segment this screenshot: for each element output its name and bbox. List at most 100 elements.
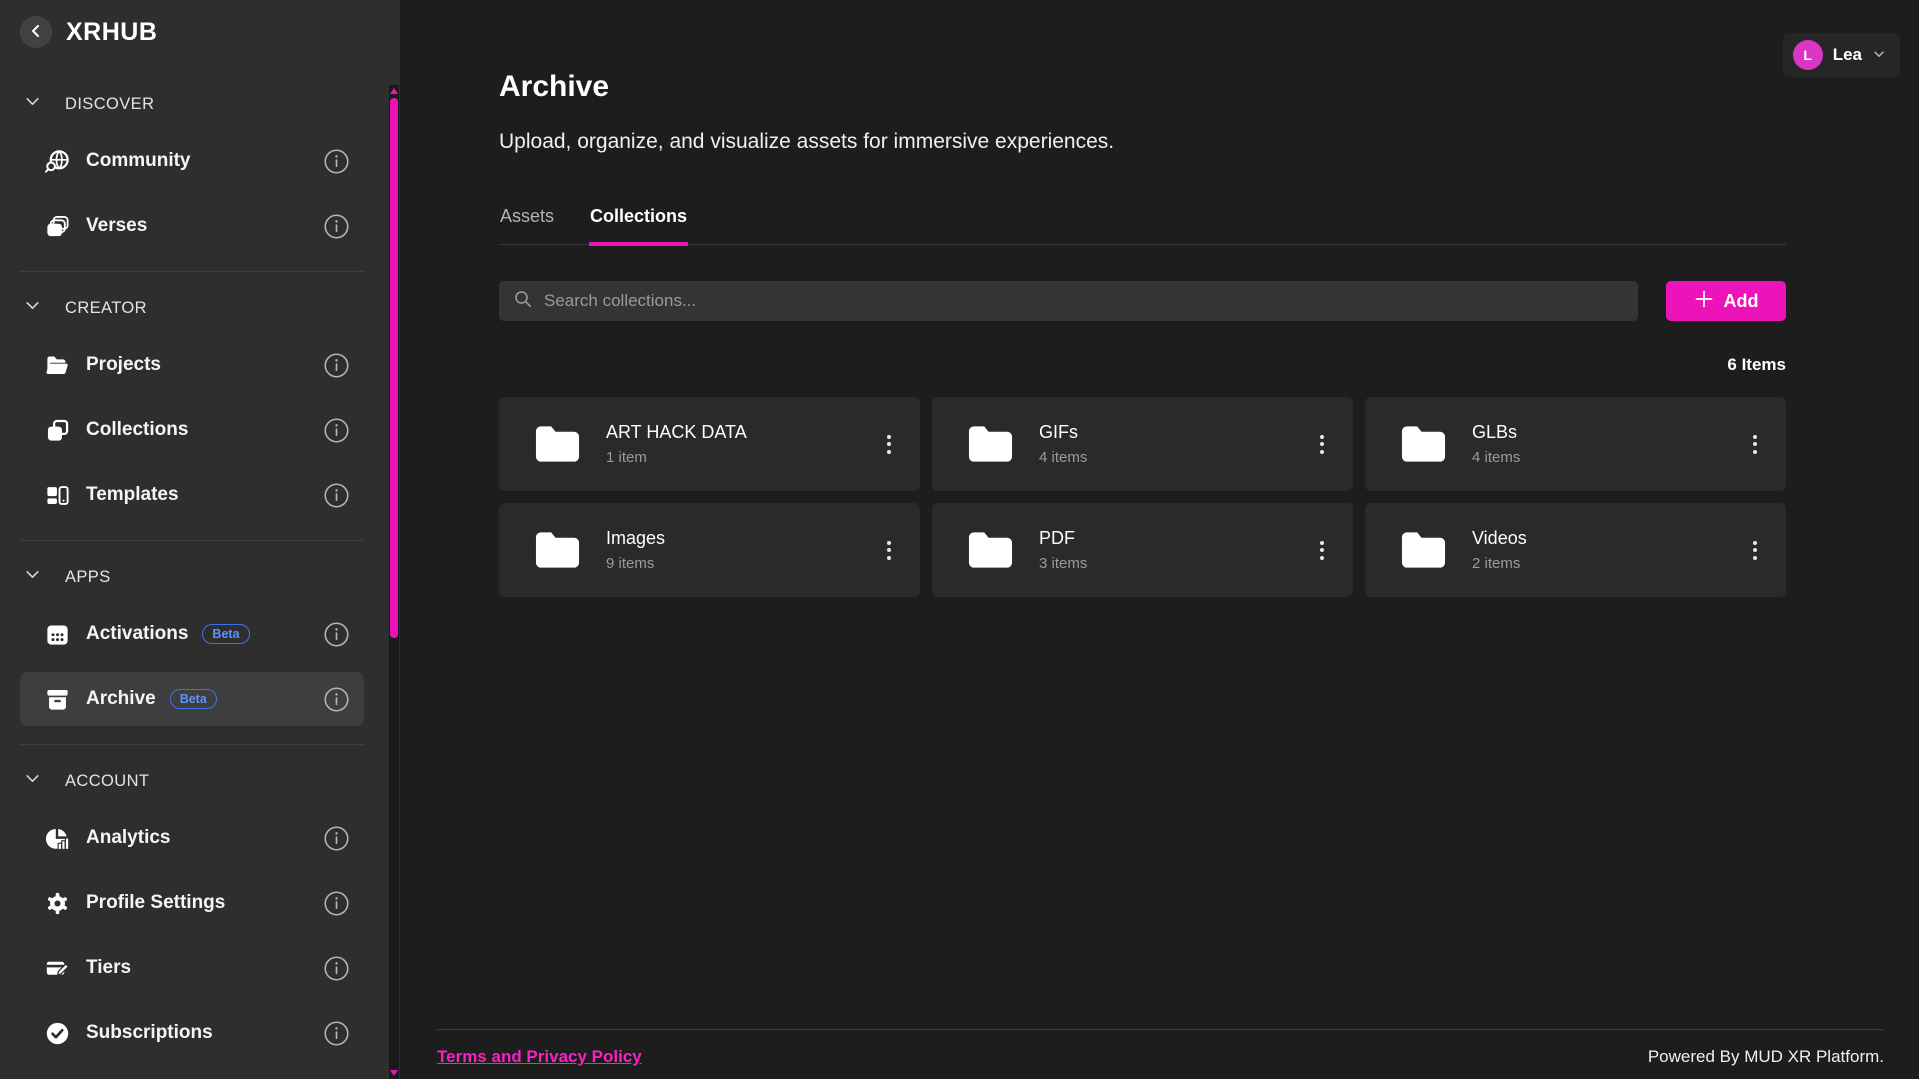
terms-link[interactable]: Terms and Privacy Policy xyxy=(437,1047,642,1067)
archive-icon xyxy=(44,686,71,713)
folder-icon xyxy=(534,530,581,570)
user-name: Lea xyxy=(1833,45,1862,65)
chevron-down-icon xyxy=(24,770,41,792)
info-icon[interactable] xyxy=(323,213,350,240)
collection-card-art-hack-data[interactable]: ART HACK DATA 1 item xyxy=(499,397,920,491)
chevron-down-icon xyxy=(24,93,41,115)
sidebar-item-projects[interactable]: Projects xyxy=(20,338,364,392)
sidebar-item-tiers[interactable]: Tiers xyxy=(20,941,364,995)
scrollbar-thumb[interactable] xyxy=(390,98,398,638)
collapse-sidebar-button[interactable] xyxy=(20,16,52,48)
info-icon[interactable] xyxy=(323,482,350,509)
collections-icon xyxy=(44,417,71,444)
card-menu-button[interactable] xyxy=(1314,535,1330,566)
section-header-discover[interactable]: DISCOVER xyxy=(20,86,364,122)
collection-card-videos[interactable]: Videos 2 items xyxy=(1365,503,1786,597)
page-content: Archive Upload, organize, and visualize … xyxy=(400,0,1919,597)
collection-card-gifs[interactable]: GIFs 4 items xyxy=(932,397,1353,491)
sidebar-item-templates[interactable]: Templates xyxy=(20,468,364,522)
sidebar-item-activations[interactable]: Activations Beta xyxy=(20,607,364,661)
scroll-down-arrow-icon[interactable] xyxy=(390,1070,398,1076)
collection-name: Images xyxy=(606,528,665,549)
collection-card-pdf[interactable]: PDF 3 items xyxy=(932,503,1353,597)
tab-assets[interactable]: Assets xyxy=(499,206,555,246)
sidebar-section: ACCOUNT Analytics Profile Settings Tiers… xyxy=(20,744,364,1060)
sidebar-item-community[interactable]: Community xyxy=(20,134,364,188)
tab-bar: Assets Collections xyxy=(499,206,1786,245)
info-icon[interactable] xyxy=(323,955,350,982)
sidebar-item-verses[interactable]: Verses xyxy=(20,199,364,253)
sidebar-section: APPS Activations Beta Archive Beta xyxy=(20,540,364,726)
folder-icon xyxy=(534,424,581,464)
card-menu-button[interactable] xyxy=(1747,429,1763,460)
community-icon xyxy=(44,148,71,175)
info-icon[interactable] xyxy=(323,686,350,713)
info-icon[interactable] xyxy=(323,1020,350,1047)
info-icon[interactable] xyxy=(323,825,350,852)
collection-card-images[interactable]: Images 9 items xyxy=(499,503,920,597)
projects-icon xyxy=(44,352,71,379)
info-icon[interactable] xyxy=(323,417,350,444)
section-label: APPS xyxy=(65,568,111,587)
app-window: XRHUB DISCOVER Community Verses xyxy=(0,0,1919,1079)
sidebar-scrollbar[interactable] xyxy=(389,85,399,1079)
beta-badge: Beta xyxy=(202,624,249,644)
collection-count: 4 items xyxy=(1472,449,1520,466)
card-menu-button[interactable] xyxy=(1747,535,1763,566)
section-header-apps[interactable]: APPS xyxy=(20,559,364,595)
search-icon xyxy=(513,289,533,314)
chevron-left-icon xyxy=(28,23,44,42)
tab-collections[interactable]: Collections xyxy=(589,206,688,246)
collection-name: PDF xyxy=(1039,528,1087,549)
add-button[interactable]: Add xyxy=(1666,281,1786,321)
card-menu-button[interactable] xyxy=(1314,429,1330,460)
collections-grid: ART HACK DATA 1 item GIFs 4 items GLBs 4… xyxy=(499,397,1786,597)
section-label: CREATOR xyxy=(65,299,147,318)
section-header-account[interactable]: ACCOUNT xyxy=(20,763,364,799)
powered-by-text: Powered By MUD XR Platform. xyxy=(1648,1047,1884,1067)
collection-count: 9 items xyxy=(606,555,665,572)
info-icon[interactable] xyxy=(323,890,350,917)
search-box xyxy=(499,281,1638,321)
chevron-down-icon xyxy=(24,297,41,319)
folder-icon xyxy=(967,424,1014,464)
chevron-down-icon xyxy=(24,566,41,588)
info-icon[interactable] xyxy=(323,148,350,175)
folder-icon xyxy=(1400,530,1447,570)
toolbar: Add xyxy=(499,281,1786,321)
sidebar-section: DISCOVER Community Verses xyxy=(20,86,364,253)
collection-name: Videos xyxy=(1472,528,1527,549)
footer: Terms and Privacy Policy Powered By MUD … xyxy=(437,1029,1884,1067)
section-header-creator[interactable]: CREATOR xyxy=(20,290,364,326)
sidebar-nav: DISCOVER Community Verses CREATOR Projec… xyxy=(0,64,400,1060)
page-subtitle: Upload, organize, and visualize assets f… xyxy=(499,130,1786,154)
collection-name: GIFs xyxy=(1039,422,1087,443)
sidebar-item-profile-settings[interactable]: Profile Settings xyxy=(20,876,364,930)
scroll-up-arrow-icon[interactable] xyxy=(390,88,398,94)
main-area: L Lea Archive Upload, organize, and visu… xyxy=(400,0,1919,1079)
folder-icon xyxy=(1400,424,1447,464)
info-icon[interactable] xyxy=(323,621,350,648)
sidebar-item-archive[interactable]: Archive Beta xyxy=(20,672,364,726)
sidebar-item-analytics[interactable]: Analytics xyxy=(20,811,364,865)
plus-icon xyxy=(1694,289,1714,314)
sidebar-item-subscriptions[interactable]: Subscriptions xyxy=(20,1006,364,1060)
items-count: 6 Items xyxy=(499,355,1786,375)
tiers-icon xyxy=(44,955,71,982)
info-icon[interactable] xyxy=(323,352,350,379)
section-label: DISCOVER xyxy=(65,95,154,114)
gear-icon xyxy=(44,890,71,917)
user-menu[interactable]: L Lea xyxy=(1783,33,1900,77)
activations-icon xyxy=(44,621,71,648)
sidebar-header: XRHUB xyxy=(0,0,400,64)
collection-card-glbs[interactable]: GLBs 4 items xyxy=(1365,397,1786,491)
search-input[interactable] xyxy=(544,291,1624,311)
sidebar-item-collections[interactable]: Collections xyxy=(20,403,364,457)
beta-badge: Beta xyxy=(170,689,217,709)
collection-name: ART HACK DATA xyxy=(606,422,747,443)
page-title: Archive xyxy=(499,70,1786,104)
folder-icon xyxy=(967,530,1014,570)
collection-name: GLBs xyxy=(1472,422,1520,443)
card-menu-button[interactable] xyxy=(881,535,897,566)
card-menu-button[interactable] xyxy=(881,429,897,460)
